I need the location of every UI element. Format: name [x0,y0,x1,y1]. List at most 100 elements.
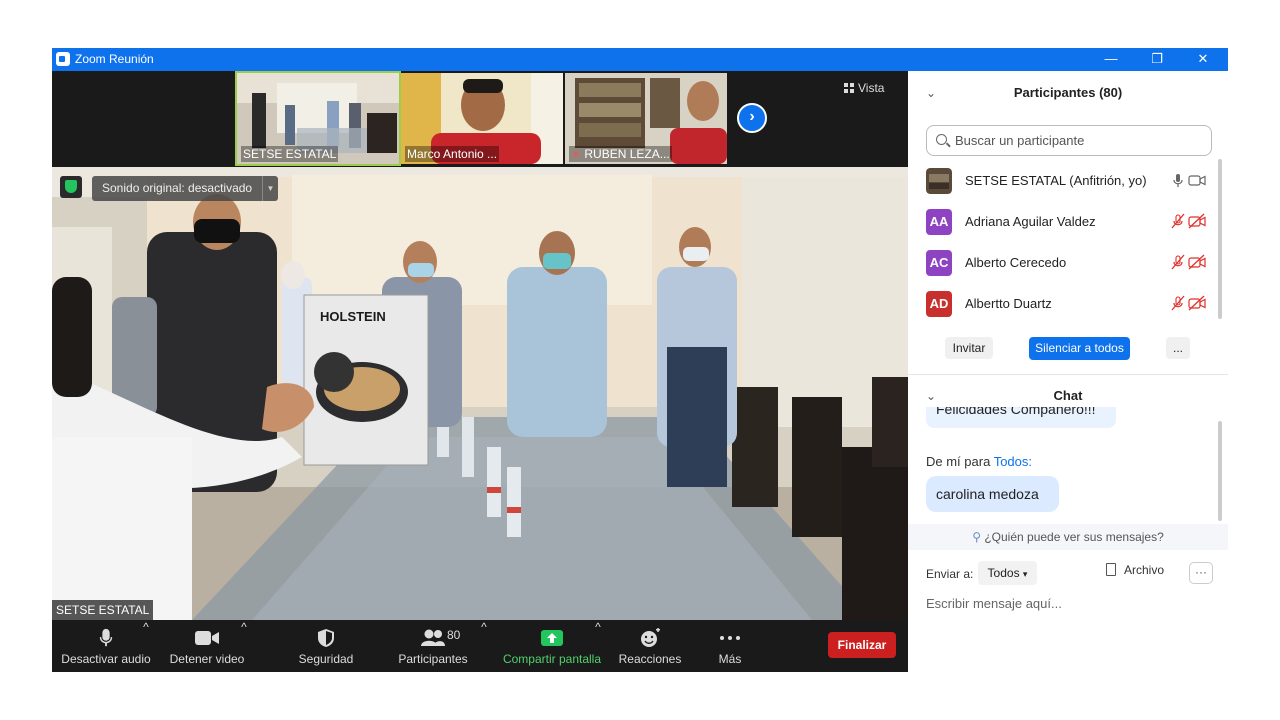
more-button[interactable]: Más [706,620,754,672]
participants-count: 80 [447,628,461,642]
mute-all-button[interactable]: Silenciar a todos [1029,337,1130,360]
mute-audio-button[interactable]: Desactivar audio [60,620,152,672]
collapse-chevron-icon[interactable]: ⌄ [926,81,936,105]
panel-divider [908,374,1228,375]
invite-button[interactable]: Invitar [945,337,993,359]
participants-scrollbar[interactable] [1218,159,1222,319]
minimize-button[interactable]: — [1088,48,1134,71]
chat-scrollbar[interactable] [1218,421,1222,521]
microphone-icon[interactable] [1170,172,1186,188]
video-camera-icon [195,631,219,645]
product-box-brand: HOLSTEIN [320,309,386,324]
muted-mic-icon: ⨯ [571,147,585,161]
zoom-logo-icon [56,52,70,66]
title-bar: Zoom Reunión — ❐ ✕ [52,48,1228,71]
active-speaker-name: SETSE ESTATAL [52,600,154,620]
thumbnail-name: Marco Antonio ... [405,146,500,162]
file-icon [1106,563,1116,576]
meeting-area: SETSE ESTATAL Marco Antonio ... ⨯ RUBEN … [52,71,908,672]
close-button[interactable]: ✕ [1180,48,1226,71]
restore-button[interactable]: ❐ [1134,48,1180,71]
video-thumbnail[interactable]: ⨯ RUBEN LEZA... [565,73,727,164]
file-button[interactable]: Archivo [1106,563,1164,577]
security-button[interactable]: Seguridad [292,620,360,672]
chat-message-text: Felicidades Compañero!!! [936,407,1096,417]
chevron-down-icon: ▾ [1022,569,1028,579]
video-label: Detener video [169,652,245,666]
participants-title: Participantes (80) [1013,85,1123,100]
end-meeting-button[interactable]: Finalizar [828,632,896,658]
share-options-chevron-icon[interactable]: ^ [593,620,603,672]
message-visibility-link[interactable]: ⚲ ¿Quién puede ver sus mensajes? [908,524,1228,550]
muted-mic-icon[interactable] [1170,213,1186,229]
encryption-shield-icon[interactable] [60,176,82,198]
participant-avatar [926,168,952,194]
chat-message-bubble: carolina medoza [926,476,1059,512]
search-placeholder: Buscar un participante [955,133,1085,148]
participants-icon [421,629,445,646]
stop-video-button[interactable]: Detener video [166,620,248,672]
participant-name: Albertto Duartz [965,296,1052,311]
participant-row[interactable]: AA Adriana Aguilar Valdez [926,207,1208,235]
chevron-down-icon[interactable]: ▼ [262,176,278,201]
chat-title: Chat [1053,388,1083,403]
send-to-label: Enviar a: [926,567,974,581]
meeting-toolbar: Desactivar audio ^ Detener video ^ Segur… [52,620,908,672]
video-thumbnail[interactable]: Marco Antonio ... [401,73,563,164]
participant-name: Adriana Aguilar Valdez [965,214,1096,229]
chat-from-prefix: De mí para [926,454,991,469]
video-off-icon[interactable] [1188,213,1206,229]
chat-more-button[interactable]: ··· [1189,562,1213,584]
participant-row[interactable]: AC Alberto Cerecedo [926,248,1208,276]
view-button[interactable]: Vista [844,81,884,95]
thumbnail-strip: SETSE ESTATAL Marco Antonio ... ⨯ RUBEN … [52,71,908,167]
grid-icon [844,83,854,93]
video-options-chevron-icon[interactable]: ^ [239,620,249,672]
share-screen-button[interactable]: Compartir pantalla [500,620,604,672]
participants-options-chevron-icon[interactable]: ^ [479,620,489,672]
window-title: Zoom Reunión [75,52,154,66]
sound-pill-label: Sonido original: desactivado [102,181,253,195]
video-off-icon[interactable] [1188,295,1206,311]
participant-row[interactable]: AD Albertto Duartz [926,289,1208,317]
participant-avatar: AA [926,209,952,235]
muted-mic-icon[interactable] [1170,254,1186,270]
muted-mic-icon[interactable] [1170,295,1186,311]
person-icon: ⚲ [972,530,985,544]
original-sound-toggle[interactable]: Sonido original: desactivado ▼ [92,176,278,201]
main-video-feed [52,167,908,620]
participant-name: Alberto Cerecedo [965,255,1067,270]
share-screen-icon [541,630,563,646]
chat-recipient[interactable]: Todos: [994,454,1032,469]
smiley-plus-icon [641,628,660,647]
search-icon [936,134,947,145]
zoom-window: Zoom Reunión — ❐ ✕ SETSE ESTATAL Marco A… [52,48,1228,672]
more-label: Más [718,652,742,666]
participant-avatar: AC [926,250,952,276]
thumbnail-name: SETSE ESTATAL [241,146,339,162]
reactions-label: Reacciones [618,652,682,666]
participants-header: ⌄ Participantes (80) [908,81,1228,105]
chat-message-input[interactable]: Escribir mensaje aquí... [926,593,1212,615]
reactions-button[interactable]: Reacciones [616,620,684,672]
recipient-dropdown[interactable]: Todos ▾ [978,561,1037,585]
main-video: HOLSTEIN Sonido original: desactivado ▼ … [52,167,908,620]
share-label: Compartir pantalla [502,652,602,666]
participants-more-button[interactable]: ... [1166,337,1190,359]
audio-options-chevron-icon[interactable]: ^ [141,620,151,672]
chat-messages: Felicidades Compañero!!! De mí para Todo… [908,407,1228,524]
shield-icon [318,629,334,647]
visibility-text: ¿Quién puede ver sus mensajes? [984,530,1164,544]
video-off-icon[interactable] [1188,254,1206,270]
ellipsis-icon [720,636,740,640]
participant-avatar: AD [926,291,952,317]
participants-button[interactable]: Participantes [392,620,474,672]
video-thumbnail[interactable]: SETSE ESTATAL [235,71,401,166]
next-page-button[interactable]: › [737,103,767,133]
video-camera-icon[interactable] [1188,172,1206,188]
participant-row[interactable]: SETSE ESTATAL (Anfitrión, yo) [926,166,1208,194]
chat-header: ⌄ Chat [908,384,1228,408]
collapse-chevron-icon[interactable]: ⌄ [926,384,936,408]
participant-search-input[interactable]: Buscar un participante [926,125,1212,156]
microphone-icon [99,628,113,647]
